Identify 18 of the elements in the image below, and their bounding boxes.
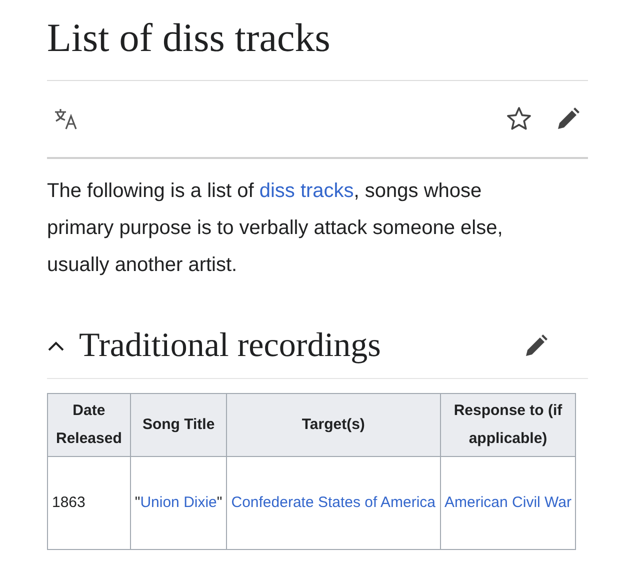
text-link[interactable]: Confederate States of America (231, 494, 436, 511)
text-link[interactable]: American Civil War (444, 494, 572, 511)
page-title: List of diss tracks (47, 14, 588, 81)
pencil-icon[interactable] (524, 334, 548, 358)
column-header: Response to (if applicable) (440, 394, 576, 456)
column-header: Target(s) (226, 394, 440, 456)
language-icon[interactable] (53, 107, 79, 131)
text-link[interactable]: diss tracks (259, 180, 354, 202)
chevron-icon[interactable] (47, 340, 65, 352)
table-cell: 1863 (48, 456, 130, 550)
section-heading[interactable]: Traditional recordings (79, 327, 381, 365)
cell-text: "Union Dixie" (134, 494, 222, 511)
intro-paragraph: The following is a list of diss tracks, songs whose primary purpose is to verbally attack someone else, usually another artist. (47, 179, 504, 278)
column-header: Song Title (130, 394, 227, 456)
column-header: Date Released (48, 394, 130, 456)
text-link[interactable]: Union Dixie (140, 494, 217, 511)
pencil-icon[interactable] (556, 107, 580, 131)
star-icon[interactable] (506, 106, 532, 132)
